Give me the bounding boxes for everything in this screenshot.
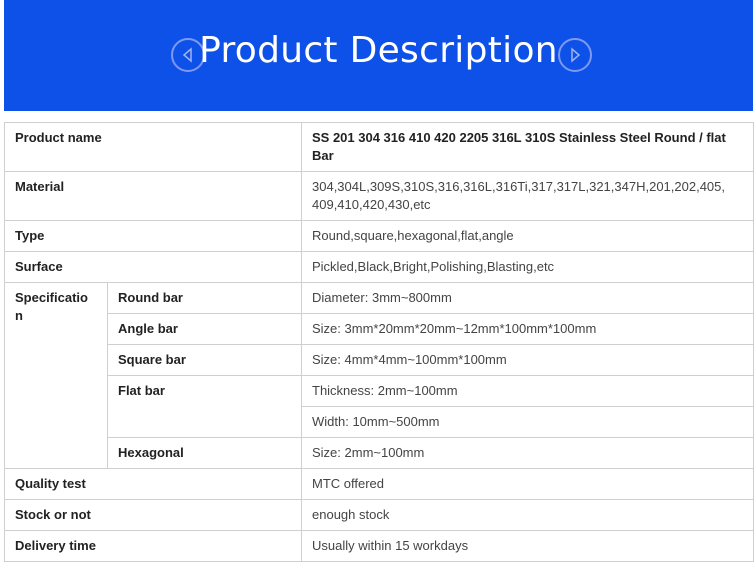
delivery-label: Delivery time (4, 530, 302, 562)
quality-test-value: MTC offered (301, 468, 754, 500)
specification-label: Specificatio n (4, 282, 108, 469)
table-row: Flat bar Thickness: 2mm~100mm (5, 375, 754, 438)
table-row: Specificatio n Round bar Diameter: 3mm~8… (4, 282, 754, 469)
product-name-value: SS 201 304 316 410 420 2205 316L 310S St… (301, 122, 754, 172)
type-value: Round,square,hexagonal,flat,angle (301, 220, 754, 252)
table-row: Angle bar Size: 3mm*20mm*20mm~12mm*100mm… (5, 313, 754, 345)
table-row: Type Round,square,hexagonal,flat,angle (4, 220, 754, 252)
table-row: Delivery time Usually within 15 workdays (4, 530, 754, 562)
stock-value: enough stock (301, 499, 754, 531)
square-bar-label: Square bar (107, 344, 302, 376)
round-bar-label: Round bar (107, 282, 302, 314)
table-row: Material 304,304L,309S,310S,316,316L,316… (4, 171, 754, 221)
table-row: Surface Pickled,Black,Bright,Polishing,B… (4, 251, 754, 283)
square-bar-value: Size: 4mm*4mm~100mm*100mm (301, 344, 754, 376)
table-row: Hexagonal Size: 2mm~100mm (5, 437, 754, 469)
angle-bar-label: Angle bar (107, 313, 302, 345)
material-value: 304,304L,309S,310S,316,316L,316Ti,317,31… (301, 171, 754, 221)
material-label: Material (4, 171, 302, 221)
round-bar-value: Diameter: 3mm~800mm (301, 282, 754, 314)
product-name-label: Product name (4, 122, 302, 172)
type-label: Type (4, 220, 302, 252)
banner-title: Product Description (199, 30, 558, 71)
product-spec-table: Product name SS 201 304 316 410 420 2205… (4, 122, 754, 562)
delivery-value: Usually within 15 workdays (301, 530, 754, 562)
hexagonal-label: Hexagonal (107, 437, 302, 469)
triangle-right-circle-icon (558, 38, 592, 72)
stock-label: Stock or not (4, 499, 302, 531)
table-row: Stock or not enough stock (4, 499, 754, 531)
surface-label: Surface (4, 251, 302, 283)
product-description-banner: Product Description (4, 0, 753, 111)
table-row: Square bar Size: 4mm*4mm~100mm*100mm (5, 344, 754, 376)
quality-test-label: Quality test (4, 468, 302, 500)
table-row: Quality test MTC offered (4, 468, 754, 500)
hexagonal-value: Size: 2mm~100mm (301, 437, 754, 469)
flat-bar-thickness: Thickness: 2mm~100mm (301, 375, 754, 407)
flat-bar-label: Flat bar (107, 375, 302, 438)
flat-bar-width: Width: 10mm~500mm (301, 406, 754, 438)
table-row: Product name SS 201 304 316 410 420 2205… (4, 122, 754, 172)
angle-bar-value: Size: 3mm*20mm*20mm~12mm*100mm*100mm (301, 313, 754, 345)
surface-value: Pickled,Black,Bright,Polishing,Blasting,… (301, 251, 754, 283)
